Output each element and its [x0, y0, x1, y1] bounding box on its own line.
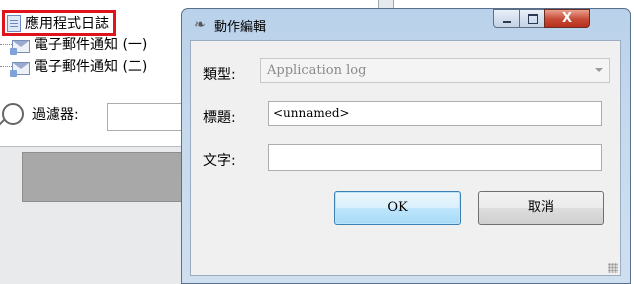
- tree-item-label: 電子郵件通知 (二): [34, 59, 148, 75]
- close-button[interactable]: X: [544, 9, 590, 28]
- filter-row: 過濾器:: [0, 96, 79, 132]
- minimize-button[interactable]: [493, 9, 520, 28]
- tree-item-application-log[interactable]: 應用程式日誌: [2, 10, 116, 36]
- tree-item-email-notification-1[interactable]: 電子郵件通知 (一): [0, 34, 148, 55]
- title-label: 標題:: [203, 110, 236, 126]
- tree-item-email-notification-2[interactable]: 電子郵件通知 (二): [0, 56, 148, 77]
- tree-connector: [0, 65, 12, 67]
- text-label: 文字:: [203, 153, 236, 169]
- type-select-value: Application log: [267, 63, 367, 78]
- chevron-down-icon: [595, 68, 603, 72]
- title-input-value: <unnamed>: [273, 106, 350, 120]
- dialog-titlebar[interactable]: ❧ 動作編輯 X: [182, 9, 630, 39]
- dialog-content: 類型: Application log 標題: <unnamed> 文字: OK…: [190, 40, 621, 276]
- resize-grip[interactable]: [608, 263, 618, 273]
- ok-button[interactable]: OK: [334, 191, 461, 225]
- edit-icon: ❧: [194, 17, 206, 33]
- search-icon: [2, 103, 24, 125]
- email-icon: [10, 39, 30, 55]
- maximize-button[interactable]: [519, 9, 545, 28]
- filter-label: 過濾器:: [32, 107, 79, 123]
- email-icon: [10, 61, 30, 77]
- filter-input[interactable]: [107, 103, 188, 131]
- type-select[interactable]: Application log: [260, 58, 610, 83]
- text-input[interactable]: [268, 144, 602, 171]
- tree-connector: [0, 43, 12, 45]
- log-document-icon: [7, 14, 21, 32]
- tree-item-label: 電子郵件通知 (一): [34, 37, 148, 53]
- tree-item-label: 應用程式日誌: [25, 16, 109, 32]
- cancel-button[interactable]: 取消: [478, 191, 604, 225]
- type-label: 類型:: [203, 67, 236, 83]
- dialog-title: 動作編輯: [214, 20, 267, 35]
- close-icon: X: [561, 11, 573, 26]
- preview-area: [22, 152, 192, 202]
- action-edit-dialog: ❧ 動作編輯 X 類型: Application log 標題: <unname…: [181, 8, 631, 284]
- title-input[interactable]: <unnamed>: [268, 101, 602, 126]
